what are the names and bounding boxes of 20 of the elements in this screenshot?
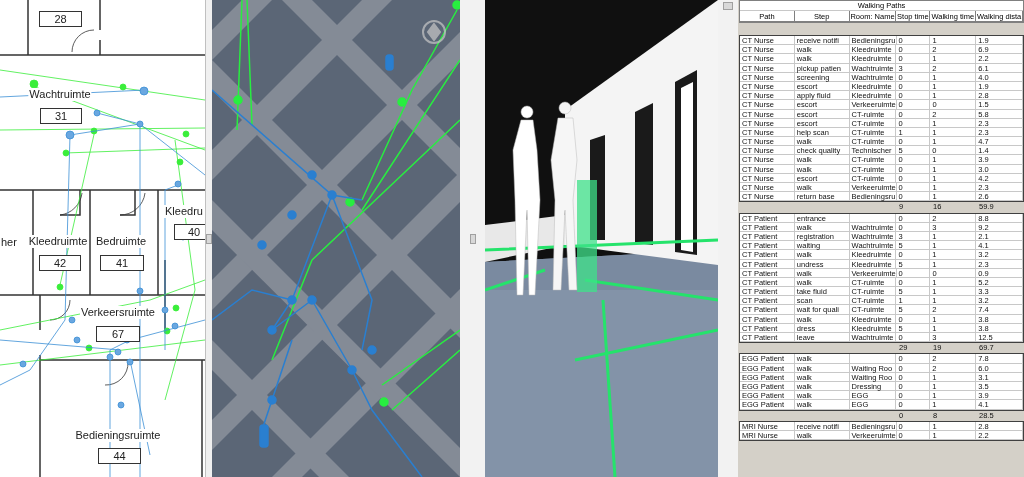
room-number: 44 bbox=[98, 448, 141, 464]
room-label: Kleedru bbox=[164, 205, 204, 218]
room-number: 40 bbox=[174, 224, 205, 240]
splitter-handle[interactable] bbox=[723, 2, 733, 10]
table-cell bbox=[849, 213, 897, 223]
splitter-handle[interactable] bbox=[469, 233, 476, 244]
room-label: Bedruimte bbox=[94, 235, 148, 248]
table-cell bbox=[849, 354, 897, 364]
room-label: her bbox=[0, 236, 18, 249]
room-label: Bedieningsruimte bbox=[74, 429, 162, 442]
room-label: Wachtruimte bbox=[28, 88, 92, 101]
room-number: 31 bbox=[40, 108, 82, 124]
scrollbar-thumb[interactable] bbox=[206, 233, 212, 244]
room-number: 41 bbox=[100, 255, 144, 271]
room-number: 28 bbox=[39, 11, 82, 27]
room-label: Kleedruimte bbox=[27, 235, 89, 248]
room-number: 67 bbox=[96, 326, 140, 342]
room-label: Verkeersruimte bbox=[80, 306, 156, 319]
compass-icon[interactable] bbox=[422, 20, 446, 44]
room-number: 42 bbox=[39, 255, 81, 271]
